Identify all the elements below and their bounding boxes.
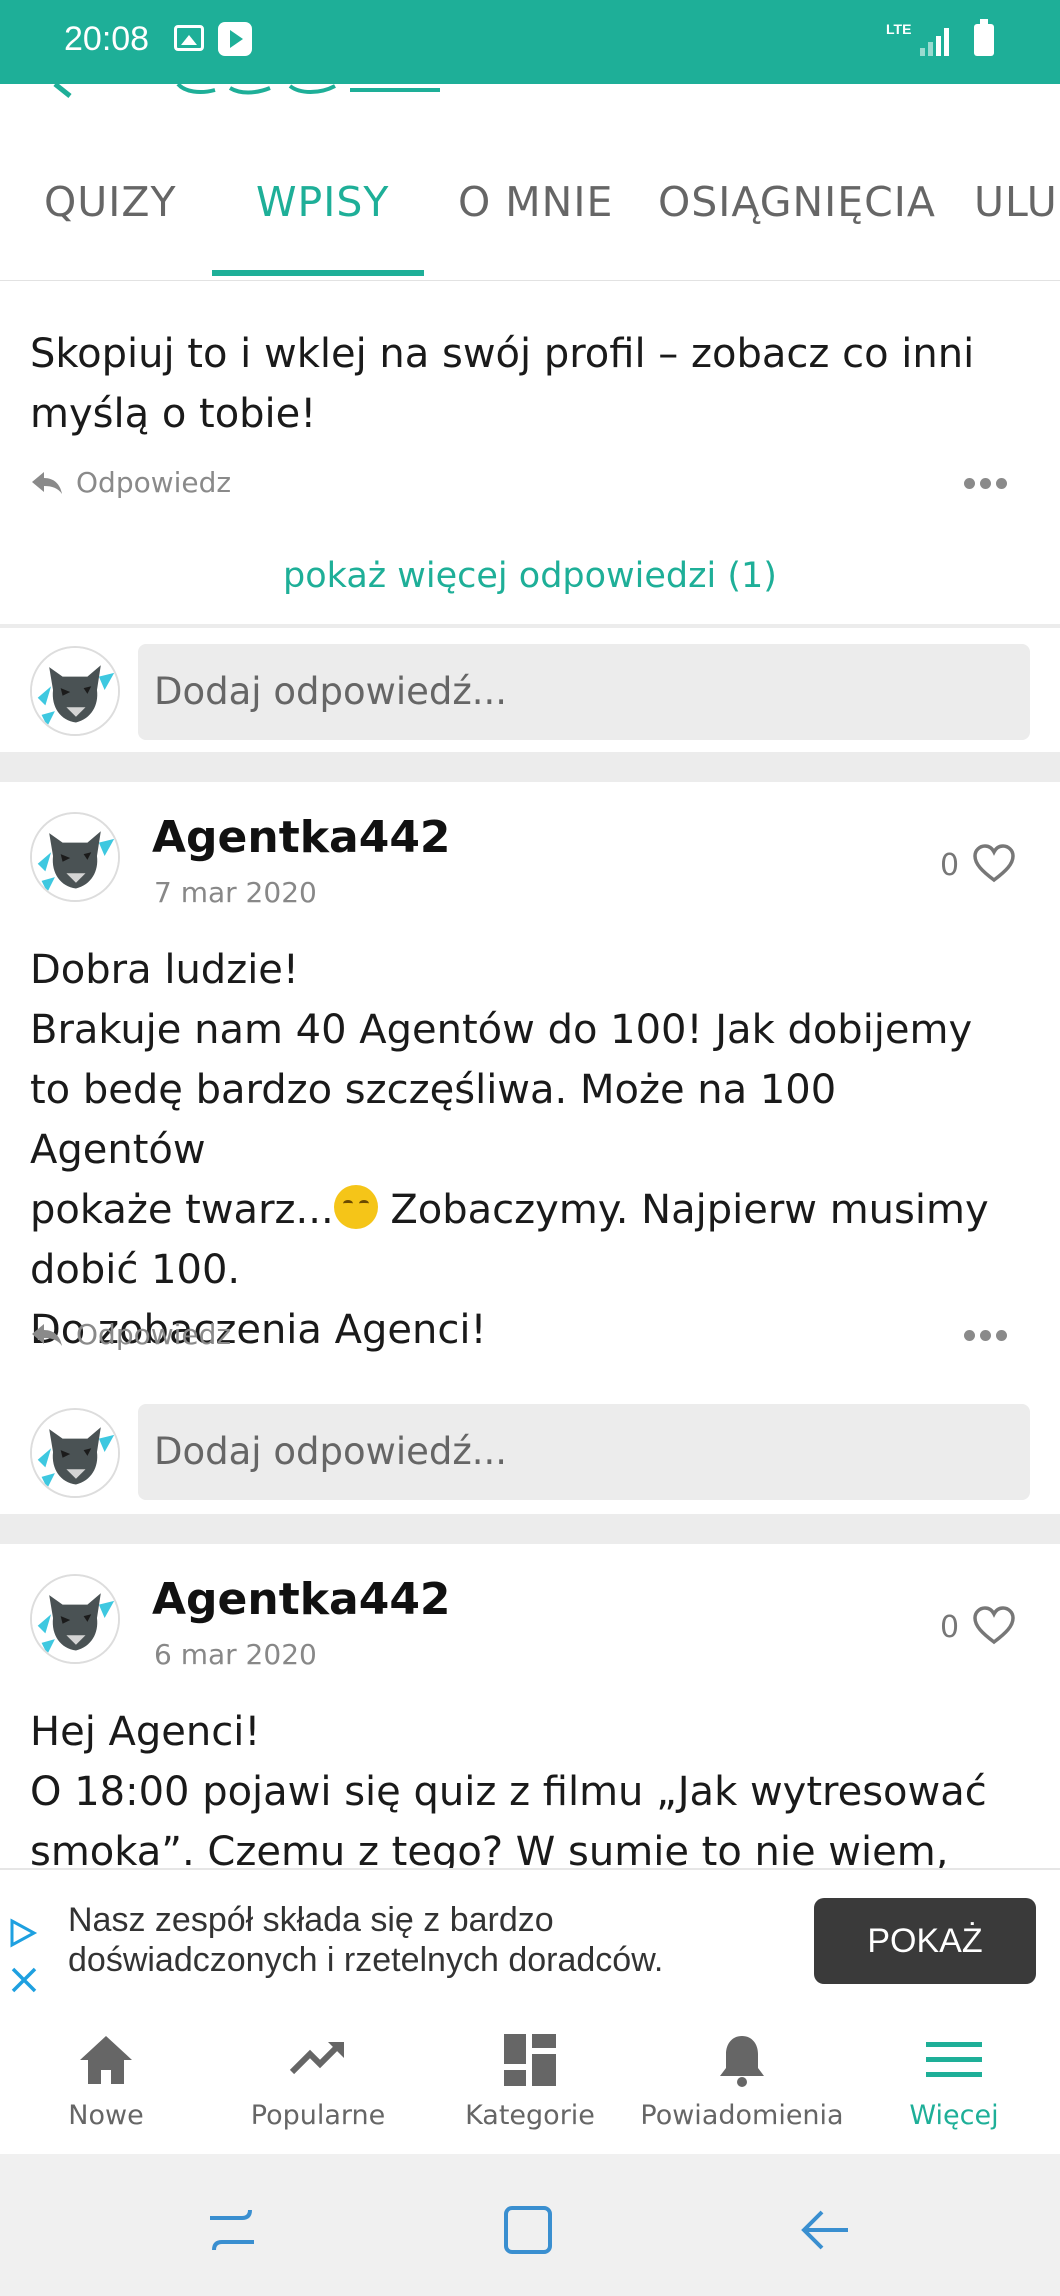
nav-item-wiecej[interactable]: Więcej xyxy=(848,2012,1060,2154)
like-count: 0 xyxy=(940,1610,960,1645)
ad-close-icon[interactable] xyxy=(10,1966,38,1994)
like-count: 0 xyxy=(940,848,960,883)
reply-icon xyxy=(32,471,62,494)
app-bar-remnant xyxy=(0,84,1060,106)
active-tab-indicator xyxy=(212,270,424,276)
bottom-navigation: Nowe Popularne Kategorie Powiadomienia W… xyxy=(0,2012,1060,2154)
post-line-part: pokaże twarz... xyxy=(30,1187,334,1233)
system-navigation-bar xyxy=(0,2154,1060,2296)
home-icon xyxy=(80,2036,132,2084)
avatar[interactable] xyxy=(30,1574,120,1664)
image-icon xyxy=(174,25,204,51)
section-divider xyxy=(0,1514,1060,1544)
post-line: Dobra ludzie! xyxy=(30,947,299,993)
section-divider xyxy=(0,752,1060,782)
reply-label: Odpowiedz xyxy=(76,1318,232,1351)
nav-label: Kategorie xyxy=(465,2100,595,2131)
nav-label: Więcej xyxy=(909,2100,999,2131)
post-line: to bedę bardzo szczęśliwa. Może na 100 A… xyxy=(30,1067,837,1173)
post-date: 6 mar 2020 xyxy=(154,1638,317,1671)
divider xyxy=(0,624,1060,628)
heart-icon[interactable] xyxy=(972,1606,1016,1646)
nav-label: Powiadomienia xyxy=(640,2100,844,2131)
ad-text[interactable]: Nasz zespół składa się z bardzo doświadc… xyxy=(68,1900,768,1980)
more-options-icon[interactable] xyxy=(964,478,1008,490)
home-button-icon[interactable] xyxy=(498,2200,558,2260)
reply-label: Odpowiedz xyxy=(76,466,232,499)
trending-icon xyxy=(289,2042,344,2075)
reply-icon xyxy=(32,1323,62,1346)
show-more-replies-link[interactable]: pokaż więcej odpowiedzi (1) xyxy=(0,556,1060,596)
menu-icon xyxy=(926,2042,982,2077)
nav-item-popularne[interactable]: Popularne xyxy=(212,2012,424,2154)
reply-button[interactable]: Odpowiedz xyxy=(30,1318,231,1351)
tab-o-mnie[interactable]: O MNIE xyxy=(458,178,613,226)
categories-icon xyxy=(504,2034,556,2086)
ad-banner[interactable]: Nasz zespół składa się z bardzo doświadc… xyxy=(0,1868,1060,2014)
top-post-text: Skopiuj to i wklej na swój profil – zoba… xyxy=(30,331,975,437)
profile-tabs: QUIZY WPISY O MNIE OSIĄGNIĘCIA ULU xyxy=(0,150,1060,281)
play-store-icon xyxy=(218,22,252,56)
post-body: Dobra ludzie! Brakuje nam 40 Agentów do … xyxy=(30,940,1010,1360)
nav-label: Popularne xyxy=(250,2100,386,2131)
heart-icon[interactable] xyxy=(972,844,1016,884)
tab-quizy[interactable]: QUIZY xyxy=(44,178,177,226)
bell-icon xyxy=(720,2036,764,2087)
reply-button[interactable]: Odpowiedz xyxy=(30,466,231,499)
smirk-emoji-icon xyxy=(333,1185,378,1229)
post-line: pokaże twarz... Zobaczymy. Najpierw musi… xyxy=(30,1180,1010,1240)
post-line: Hej Agenci! xyxy=(30,1709,261,1755)
status-time: 20:08 xyxy=(64,20,150,58)
post-author[interactable]: Agentka442 xyxy=(152,1574,451,1625)
tab-wpisy[interactable]: WPISY xyxy=(256,178,389,226)
avatar[interactable] xyxy=(30,1408,120,1498)
reply-input[interactable]: Dodaj odpowiedź... xyxy=(138,644,1030,740)
nav-item-powiadomienia[interactable]: Powiadomienia xyxy=(636,2012,848,2154)
more-options-icon[interactable] xyxy=(964,1330,1008,1342)
post-line: Brakuje nam 40 Agentów do 100! Jak dobij… xyxy=(30,1007,973,1053)
post-line: dobić 100. xyxy=(30,1247,241,1293)
avatar[interactable] xyxy=(30,646,120,736)
post-line: O 18:00 pojawi się quiz z filmu „Jak wyt… xyxy=(30,1769,987,1815)
tab-ulubione[interactable]: ULU xyxy=(974,178,1058,226)
reply-input[interactable]: Dodaj odpowiedź... xyxy=(138,1404,1030,1500)
avatar[interactable] xyxy=(30,812,120,902)
post-author[interactable]: Agentka442 xyxy=(152,812,451,863)
post-date: 7 mar 2020 xyxy=(154,876,317,909)
tab-osiagniecia[interactable]: OSIĄGNIĘCIA xyxy=(658,178,936,226)
battery-icon xyxy=(974,19,994,56)
signal-icon xyxy=(920,26,954,56)
status-bar: 20:08 LTE xyxy=(0,0,1060,84)
ad-show-button[interactable]: POKAŻ xyxy=(814,1898,1036,1984)
post-line-part: Zobaczymy. Najpierw musimy xyxy=(390,1187,989,1233)
nav-label: Nowe xyxy=(68,2100,144,2131)
nav-item-nowe[interactable]: Nowe xyxy=(0,2012,212,2154)
back-button-icon[interactable] xyxy=(796,2200,856,2260)
ad-choices-icon[interactable] xyxy=(8,1918,38,1948)
nav-item-kategorie[interactable]: Kategorie xyxy=(424,2012,636,2154)
recent-apps-icon[interactable] xyxy=(202,2200,262,2260)
network-type: LTE xyxy=(886,21,912,37)
back-arrow-icon[interactable] xyxy=(0,84,1060,106)
